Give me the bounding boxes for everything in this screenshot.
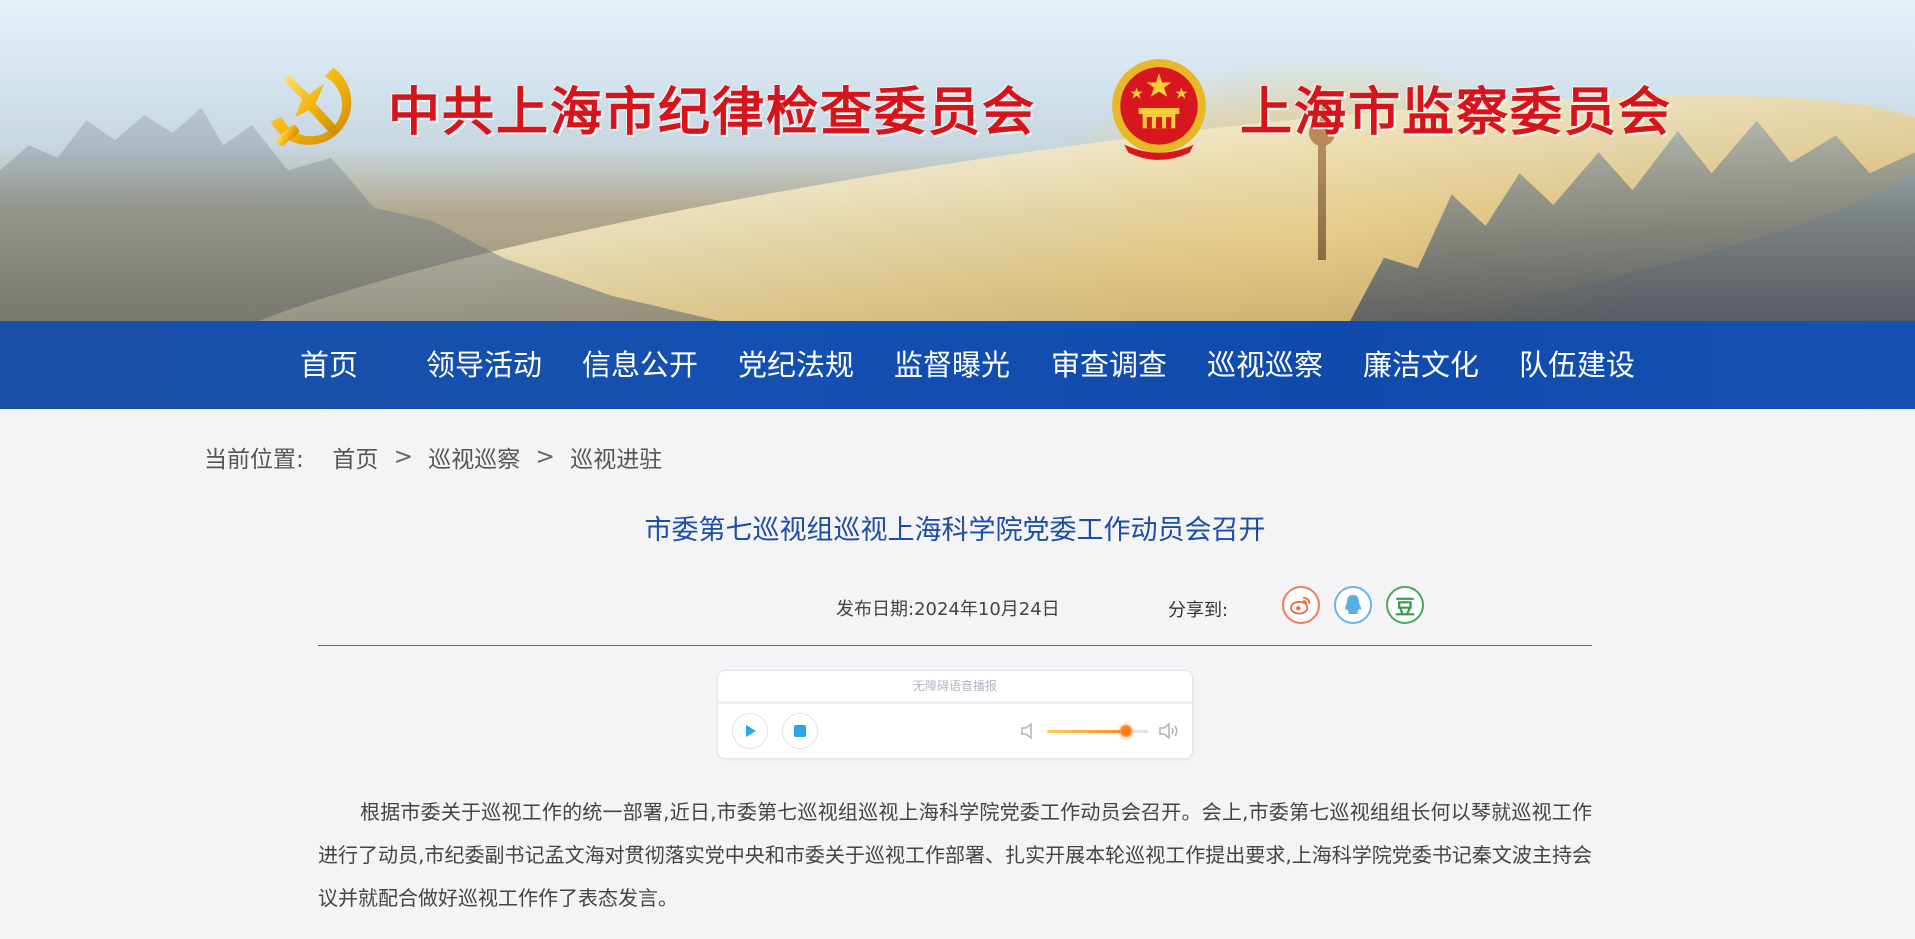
main-nav: 首页 领导活动 信息公开 党纪法规 监督曝光 审查调查 巡视巡察 廉洁文化 队伍… (0, 321, 1915, 409)
publish-date: 发布日期:2024年10月24日 (836, 599, 1060, 620)
weibo-icon (1290, 596, 1311, 615)
qq-icon (1345, 595, 1361, 614)
breadcrumb-current[interactable]: 巡视进驻 (570, 447, 662, 473)
nav-item-team-building[interactable]: 队伍建设 (1519, 321, 1635, 409)
breadcrumb-separator: > (393, 444, 413, 470)
nav-item-inspection[interactable]: 巡视巡察 (1207, 321, 1323, 409)
share-label: 分享到: (1168, 600, 1229, 621)
breadcrumb-prefix: 当前位置: (204, 447, 304, 473)
share-douban-button[interactable]: 豆 (1386, 586, 1424, 624)
volume-slider[interactable] (1047, 725, 1148, 737)
party-emblem-icon (270, 67, 352, 146)
nav-item-investigation[interactable]: 审查调查 (1051, 321, 1167, 409)
volume-high-icon[interactable] (1158, 721, 1182, 741)
header-banner: 中共上海市纪律检查委员会 上海市监察委员会 (0, 0, 1915, 321)
play-button[interactable] (732, 713, 768, 749)
nav-item-supervision[interactable]: 监督曝光 (894, 321, 1010, 409)
nav-item-integrity-culture[interactable]: 廉洁文化 (1363, 321, 1479, 409)
national-emblem-icon (1112, 59, 1206, 160)
nav-item-home[interactable]: 首页 (300, 321, 358, 409)
volume-slider-fill (1047, 730, 1126, 733)
breadcrumb-inspection[interactable]: 巡视巡察 (428, 447, 520, 473)
party-committee-title: 中共上海市纪律检查委员会 (388, 82, 1037, 143)
volume-low-icon[interactable] (1019, 721, 1039, 741)
breadcrumb: 当前位置: 首页 > 巡视巡察 > 巡视进驻 (204, 440, 662, 474)
stop-icon (794, 725, 806, 737)
breadcrumb-home[interactable]: 首页 (332, 447, 378, 473)
share-weibo-button[interactable] (1282, 586, 1320, 624)
nav-item-info-disclosure[interactable]: 信息公开 (582, 321, 698, 409)
volume-slider-knob[interactable] (1119, 725, 1132, 737)
play-icon (746, 725, 756, 737)
stop-button[interactable] (782, 713, 818, 749)
share-qq-button[interactable] (1334, 586, 1372, 624)
nav-item-leadership[interactable]: 领导活动 (426, 321, 542, 409)
supervisory-commission-title: 上海市监察委员会 (1240, 82, 1673, 143)
breadcrumb-separator: > (535, 444, 555, 470)
audio-player-label: 无障碍语音播报 (718, 671, 1192, 704)
douban-icon: 豆 (1395, 594, 1415, 619)
article-title: 市委第七巡视组巡视上海科学院党委工作动员会召开 (644, 515, 1266, 546)
audio-player: 无障碍语音播报 (717, 670, 1193, 759)
article-body: 根据市委关于巡视工作的统一部署,近日,市委第七巡视组巡视上海科学院党委工作动员会… (318, 800, 1592, 910)
nav-item-regulations[interactable]: 党纪法规 (738, 321, 854, 409)
title-divider (318, 645, 1592, 646)
